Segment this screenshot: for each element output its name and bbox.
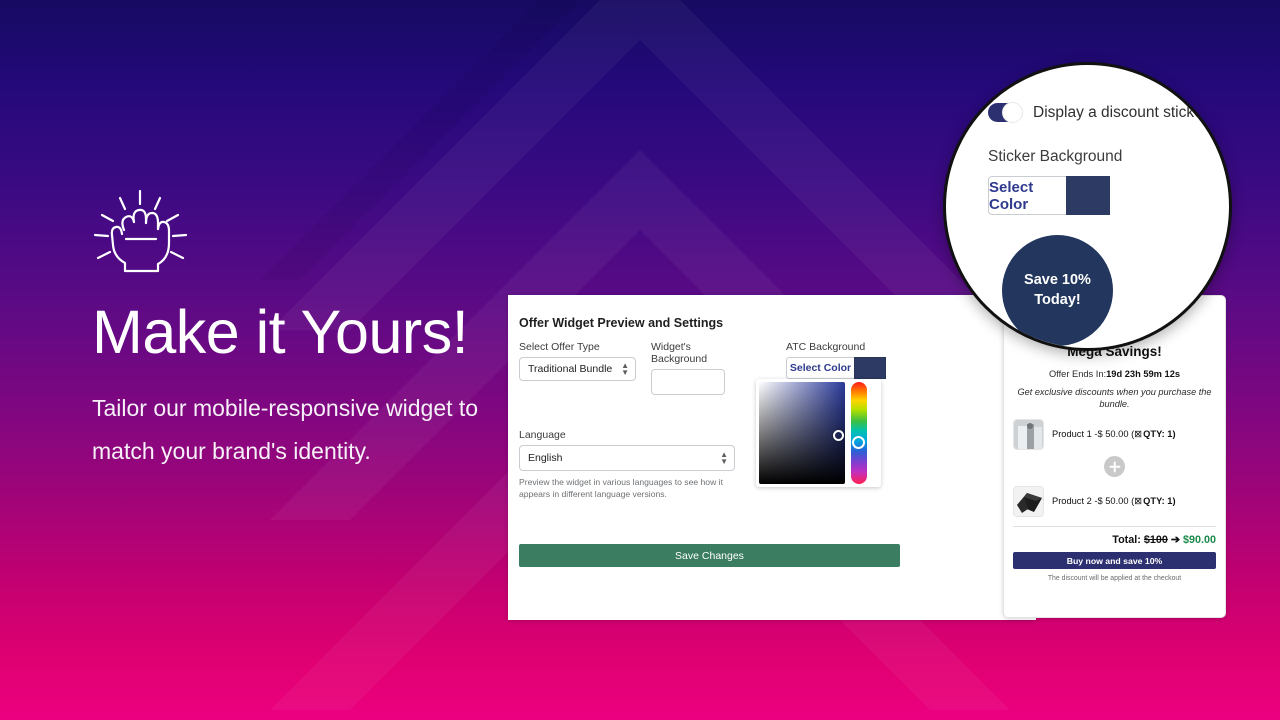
magnifier-callout: Display a discount sticker Sticker Backg… — [943, 62, 1232, 351]
product-name: Product 2 -$ 50.00 ( — [1052, 496, 1135, 507]
sticker-background-field: Select Color — [988, 176, 1110, 215]
chevron-updown-icon: ▲ ▼ — [720, 450, 728, 466]
close-icon: ⊠ — [1134, 429, 1142, 440]
sticker-select-color-button[interactable]: Select Color — [988, 176, 1066, 215]
discount-footnote: The discount will be applied at the chec… — [1047, 575, 1182, 583]
total-label: Total: — [1112, 534, 1141, 547]
product-qty: QTY: 1) — [1143, 429, 1176, 440]
hue-slider[interactable] — [851, 382, 867, 484]
language-select[interactable]: English ▲ ▼ — [519, 445, 735, 471]
language-field: Language English ▲ ▼ Preview the widget i… — [519, 429, 735, 501]
sticker-color-swatch[interactable] — [1066, 176, 1110, 215]
countdown-label: Offer Ends In: — [1048, 368, 1107, 379]
buy-now-button[interactable]: Buy now and save 10% — [1013, 552, 1216, 570]
list-item[interactable]: Product 2 -$ 50.00 (⊠QTY: 1) — [1013, 486, 1216, 518]
arrow-right-icon: ➔ — [1170, 534, 1180, 547]
offer-countdown: Offer Ends In:19d 23h 59m 12s — [1013, 369, 1216, 379]
color-picker[interactable] — [756, 379, 881, 487]
countdown-value: 19d 23h 59m 12s — [1106, 368, 1181, 379]
total-new-price: $90.00 — [1182, 534, 1216, 547]
list-item[interactable]: Product 1 -$ 50.00 (⊠QTY: 1) — [1013, 419, 1216, 451]
language-label: Language — [519, 429, 566, 441]
total-row: Total: $100 ➔ $90.00 — [1013, 533, 1216, 546]
offer-type-field: Select Offer Type Traditional Bundle ▲ ▼ — [519, 341, 636, 381]
page-title: Make it Yours! — [92, 298, 469, 366]
discount-sticker-preview: Save 10% Today! — [1002, 235, 1113, 346]
hero-copy: Make it Yours! Tailor our mobile-respons… — [92, 190, 522, 473]
sticker-line-2: Today! — [1034, 291, 1081, 308]
hero-subtitle: Tailor our mobile-responsive widget to m… — [92, 395, 479, 464]
fabric-thumbnail — [1013, 486, 1044, 518]
language-value: English — [528, 452, 563, 464]
discount-sticker-toggle-label: Display a discount sticker — [1033, 103, 1208, 121]
widget-background-input[interactable] — [651, 369, 725, 395]
offer-type-value: Traditional Bundle — [528, 363, 613, 375]
offer-type-select[interactable]: Traditional Bundle ▲ ▼ — [519, 357, 636, 381]
hue-handle[interactable] — [852, 436, 865, 449]
atc-color-swatch[interactable] — [854, 357, 886, 379]
offer-type-label: Select Offer Type — [519, 341, 600, 353]
divider — [1013, 526, 1216, 528]
widget-background-label: Widget's Background — [651, 341, 708, 365]
language-help-text: Preview the widget in various languages … — [519, 477, 723, 500]
plus-icon — [1104, 456, 1125, 478]
chevron-updown-icon: ▲ ▼ — [621, 361, 629, 377]
shirt-thumbnail — [1013, 419, 1044, 451]
saturation-handle[interactable] — [833, 430, 844, 441]
product-label: Product 2 -$ 50.00 (⊠QTY: 1) — [1052, 496, 1176, 507]
discount-sticker-toggle[interactable] — [988, 102, 1023, 123]
saturation-value-area[interactable] — [759, 382, 845, 484]
sticker-line-1: Save 10% — [1024, 271, 1091, 288]
product-qty: QTY: 1) — [1143, 496, 1176, 507]
atc-background-field: ATC Background Select Color — [786, 341, 886, 379]
toggle-knob — [1002, 102, 1023, 123]
card-title: Offer Widget Preview and Settings — [519, 316, 724, 330]
total-old-price: $100 — [1143, 534, 1168, 547]
save-changes-button[interactable]: Save Changes — [519, 544, 900, 567]
product-label: Product 1 -$ 50.00 (⊠QTY: 1) — [1052, 429, 1176, 440]
discount-sticker-toggle-row[interactable]: Display a discount sticker — [988, 102, 1208, 123]
atc-background-label: ATC Background — [786, 341, 866, 353]
atc-select-color-button[interactable]: Select Color — [786, 357, 854, 379]
sticker-background-label: Sticker Background — [988, 148, 1123, 165]
close-icon: ⊠ — [1134, 496, 1142, 507]
product-name: Product 1 -$ 50.00 ( — [1052, 429, 1135, 440]
raised-fist-icon — [93, 190, 188, 273]
widget-background-field: Widget's Background — [651, 341, 725, 395]
widget-subtitle: Get exclusive discounts when you purchas… — [1017, 386, 1212, 409]
